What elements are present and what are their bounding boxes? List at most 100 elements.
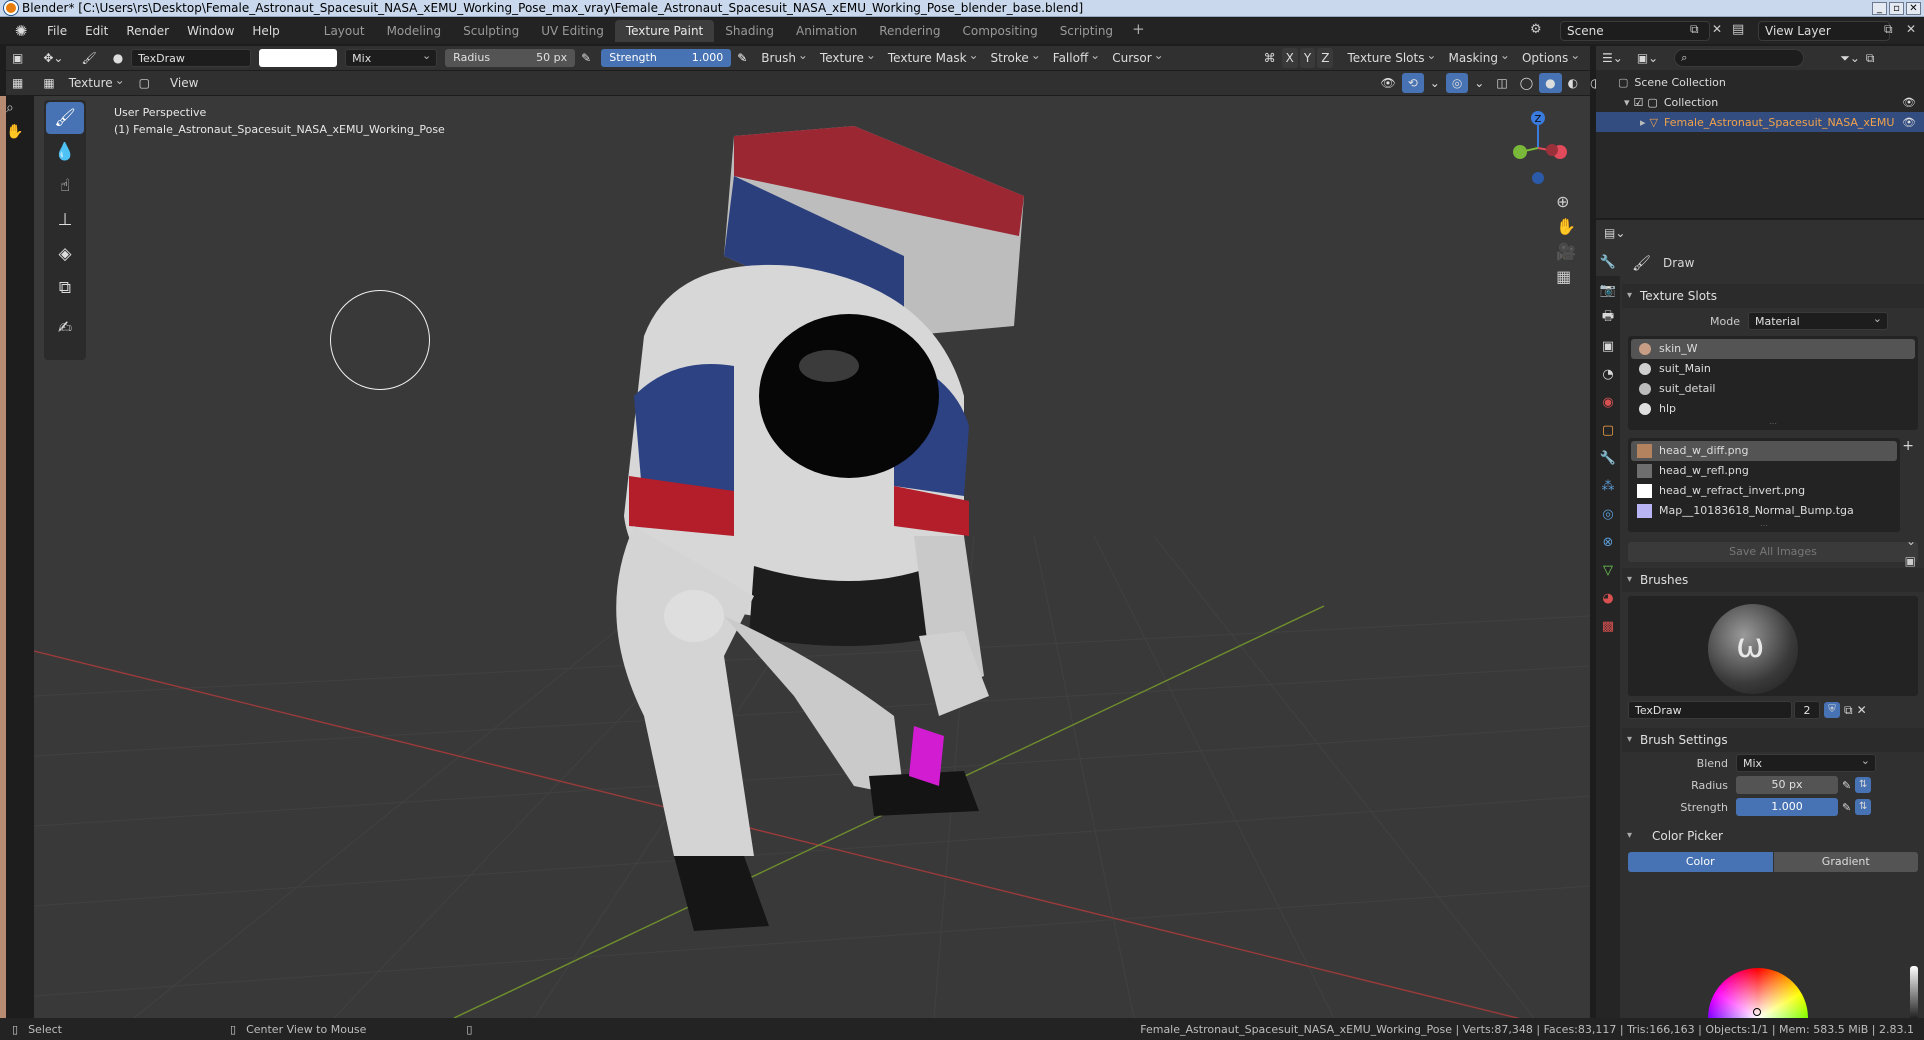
brush-menu[interactable]: Brush bbox=[755, 45, 812, 68]
slot-toggle-icon[interactable]: ▢ bbox=[133, 73, 156, 93]
scene-selector[interactable]: Scene bbox=[1560, 21, 1710, 41]
display-mode-icon[interactable]: ▣⌄ bbox=[1637, 51, 1658, 65]
value-slider[interactable] bbox=[1910, 966, 1918, 1018]
brush-users-count[interactable]: 2 bbox=[1794, 701, 1820, 719]
editor-type-icon[interactable]: ▣ bbox=[6, 48, 29, 68]
blender-menu-icon[interactable]: ✺ bbox=[10, 20, 32, 42]
zoom-icon[interactable]: ⊕ bbox=[1556, 192, 1576, 211]
camera-icon[interactable]: 🎥 bbox=[1556, 242, 1576, 261]
zoom-left-icon[interactable]: ⌕ bbox=[6, 100, 28, 124]
overlays-toggle-icon[interactable]: ◎ bbox=[1445, 73, 1469, 93]
stroke-menu[interactable]: Stroke bbox=[985, 45, 1045, 68]
view-menu[interactable]: View bbox=[164, 73, 204, 93]
outliner-editor-icon[interactable]: ☰⌄ bbox=[1602, 51, 1623, 65]
clone-tool-icon[interactable]: ⊥ bbox=[46, 204, 84, 236]
new-collection-icon[interactable]: ⧉ bbox=[1866, 51, 1875, 66]
color-wheel[interactable] bbox=[1708, 968, 1808, 1018]
mirror-x-toggle[interactable]: X bbox=[1281, 48, 1298, 68]
world-tab-icon[interactable]: ◉ bbox=[1596, 388, 1620, 416]
texture-mask-menu[interactable]: Texture Mask bbox=[882, 45, 983, 68]
tab-compositing[interactable]: Compositing bbox=[951, 20, 1048, 42]
render-tab-icon[interactable]: 📷 bbox=[1596, 276, 1620, 304]
tool-select-icon[interactable]: ✥⌄ bbox=[37, 48, 69, 68]
symmetry-icon[interactable]: ⌘ bbox=[1258, 48, 1282, 68]
filter-icon[interactable]: ⏷⌄ bbox=[1840, 51, 1860, 66]
list-item[interactable]: suit_Main bbox=[1631, 359, 1915, 379]
physics-tab-icon[interactable]: ◎ bbox=[1596, 500, 1620, 528]
ortho-grid-icon[interactable]: ▦ bbox=[1556, 267, 1576, 286]
add-slot-icon[interactable]: + bbox=[1902, 438, 1914, 454]
modifier-tab-icon[interactable]: 🔧 bbox=[1596, 444, 1620, 472]
brush-icon[interactable]: 🖌 bbox=[75, 48, 102, 68]
3d-viewport[interactable]: User Perspective (1) Female_Astronaut_Sp… bbox=[34, 96, 1590, 1018]
tab-uv-editing[interactable]: UV Editing bbox=[530, 20, 615, 42]
soften-tool-icon[interactable]: 💧 bbox=[46, 136, 84, 168]
grid-icon[interactable]: ▦ bbox=[6, 73, 29, 93]
navigation-gizmo[interactable]: Z bbox=[1500, 108, 1570, 188]
list-item[interactable]: skin_W bbox=[1631, 339, 1915, 359]
xray-icon[interactable]: ◫ bbox=[1490, 73, 1513, 93]
smear-tool-icon[interactable]: ☝ bbox=[46, 170, 84, 202]
falloff-menu[interactable]: Falloff bbox=[1047, 45, 1104, 68]
fake-user-icon[interactable]: ⛨ bbox=[1824, 702, 1840, 718]
brush-datablock-field[interactable]: TexDraw bbox=[1628, 701, 1792, 719]
brush-preview[interactable]: ω bbox=[1628, 596, 1918, 696]
texture-tab-icon[interactable]: ▩ bbox=[1596, 612, 1620, 640]
particles-tab-icon[interactable]: ⁂ bbox=[1596, 472, 1620, 500]
collection-eye-icon[interactable]: 👁 bbox=[1902, 96, 1916, 109]
output-tab-icon[interactable]: 🖶 bbox=[1596, 304, 1620, 332]
brush-menu-icon[interactable]: ⌄ bbox=[1906, 534, 1916, 548]
material-shading-icon[interactable]: ◐ bbox=[1562, 73, 1584, 93]
list-item[interactable]: Map__10183618_Normal_Bump.tga bbox=[1631, 501, 1897, 521]
strength-unit-icon[interactable]: ⇅ bbox=[1855, 799, 1872, 815]
mode-dropdown[interactable]: Texture Paint bbox=[63, 70, 129, 110]
brush-radius-slider[interactable]: 50 px bbox=[1736, 776, 1838, 794]
brush-settings-panel-header[interactable]: Brush Settings bbox=[1622, 728, 1924, 752]
brushes-panel-header[interactable]: Brushes bbox=[1622, 568, 1924, 592]
constraints-tab-icon[interactable]: ⊗ bbox=[1596, 528, 1620, 556]
add-workspace-icon[interactable]: + bbox=[1124, 20, 1153, 42]
view-layer-selector[interactable]: View Layer bbox=[1758, 21, 1890, 41]
tab-layout[interactable]: Layout bbox=[313, 20, 376, 42]
menu-file[interactable]: File bbox=[38, 20, 76, 42]
brush-image-icon[interactable]: ▣ bbox=[1905, 554, 1916, 568]
expand-collection-icon[interactable]: ▾ bbox=[1624, 96, 1630, 109]
maximize-button[interactable]: ▫ bbox=[1889, 1, 1904, 15]
list-item[interactable]: head_w_refl.png bbox=[1631, 461, 1897, 481]
hand-left-icon[interactable]: ✋ bbox=[6, 124, 28, 148]
collection-checkbox[interactable]: ☑ bbox=[1634, 96, 1644, 109]
masking-menu[interactable]: Masking bbox=[1442, 45, 1513, 68]
brush-name-field[interactable]: TexDraw bbox=[131, 49, 252, 67]
new-scene-icon[interactable]: ⧉ bbox=[1690, 22, 1699, 37]
options-menu[interactable]: Options bbox=[1516, 45, 1584, 68]
view-layer-icon[interactable]: ▤ bbox=[1732, 22, 1744, 37]
overlays-dropdown-icon[interactable]: ⌄ bbox=[1468, 73, 1490, 93]
mask-tool-icon[interactable]: ⧉ bbox=[46, 272, 84, 304]
wireframe-shading-icon[interactable]: ◯ bbox=[1514, 73, 1539, 93]
tab-scripting[interactable]: Scripting bbox=[1049, 20, 1124, 42]
visibility-icon[interactable]: 👁⌄ bbox=[1374, 73, 1401, 110]
tab-rendering[interactable]: Rendering bbox=[868, 20, 951, 42]
data-tab-icon[interactable]: ▽ bbox=[1596, 556, 1620, 584]
blend-mode-dropdown[interactable]: Mix bbox=[345, 47, 438, 67]
close-button[interactable]: ✕ bbox=[1906, 1, 1921, 15]
tab-modeling[interactable]: Modeling bbox=[376, 20, 453, 42]
tab-shading[interactable]: Shading bbox=[714, 20, 785, 42]
list-item[interactable]: hlp bbox=[1631, 399, 1915, 419]
unlink-brush-icon[interactable]: ✕ bbox=[1857, 703, 1867, 717]
solid-shading-icon[interactable]: ● bbox=[1539, 73, 1562, 93]
list-item[interactable]: head_w_diff.png bbox=[1631, 441, 1897, 461]
object-tab-icon[interactable]: ▢ bbox=[1596, 416, 1620, 444]
material-tab-icon[interactable]: ◕ bbox=[1596, 584, 1620, 612]
cursor-menu[interactable]: Cursor bbox=[1106, 45, 1167, 68]
outliner-search-input[interactable]: ⌕ bbox=[1674, 49, 1805, 67]
radius-pressure-icon[interactable]: ✎ bbox=[575, 48, 597, 68]
list-resize-handle[interactable]: ⋯ bbox=[1631, 419, 1915, 428]
remove-view-layer-icon[interactable]: ✕ bbox=[1906, 22, 1916, 36]
color-picker-panel-header[interactable]: Color Picker bbox=[1622, 824, 1924, 848]
tab-texture-paint[interactable]: Texture Paint bbox=[614, 20, 715, 42]
expand-object-icon[interactable]: ▸ bbox=[1640, 116, 1646, 129]
radius-pen-icon[interactable]: ✎ bbox=[1842, 779, 1851, 792]
duplicate-brush-icon[interactable]: ⧉ bbox=[1844, 703, 1853, 718]
gizmo-toggle-icon[interactable]: ⟲ bbox=[1401, 73, 1424, 93]
